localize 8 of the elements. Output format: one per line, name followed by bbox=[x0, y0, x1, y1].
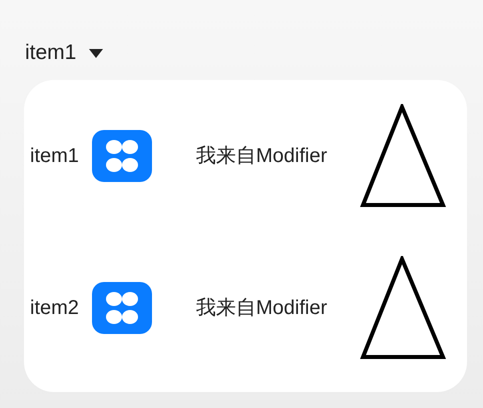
app-icon bbox=[92, 130, 152, 182]
app-icon bbox=[92, 282, 152, 334]
dropdown-label[interactable]: item1 bbox=[25, 37, 76, 69]
item-label: item2 bbox=[30, 296, 80, 321]
item-text: 我来自Modifier bbox=[196, 144, 328, 169]
item-text: 我来自Modifier bbox=[196, 296, 328, 321]
item-label: item1 bbox=[30, 144, 80, 169]
caret-icon[interactable] bbox=[88, 48, 104, 58]
